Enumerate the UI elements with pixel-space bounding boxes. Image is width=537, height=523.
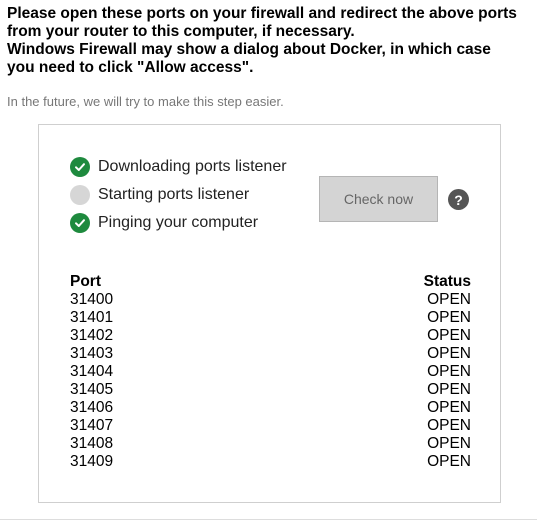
status-column-header: Status: [423, 273, 471, 290]
port-cell: 31408: [70, 435, 114, 452]
instructions-line: you need to click "Allow access".: [7, 59, 254, 76]
bottom-divider: [0, 519, 537, 520]
status-cell: OPEN: [427, 435, 471, 452]
step-starting-listener: Starting ports listener: [70, 184, 249, 206]
status-cell: OPEN: [427, 381, 471, 398]
status-cell: OPEN: [427, 399, 471, 416]
pending-circle-icon: [70, 185, 90, 205]
status-cell: OPEN: [427, 453, 471, 470]
step-label: Starting ports listener: [98, 186, 250, 203]
table-row: 31409 OPEN: [70, 453, 471, 471]
instructions-line: from your router to this computer, if ne…: [7, 23, 355, 40]
instructions-heading: Please open these ports on your firewall…: [7, 5, 535, 77]
status-cell: OPEN: [427, 345, 471, 362]
port-cell: 31404: [70, 363, 114, 380]
instructions-line: Windows Firewall may show a dialog about…: [7, 41, 491, 58]
status-cell: OPEN: [427, 309, 471, 326]
help-icon[interactable]: ?: [448, 189, 469, 210]
status-cell: OPEN: [427, 417, 471, 434]
table-row: 31408 OPEN: [70, 435, 471, 453]
status-cell: OPEN: [427, 363, 471, 380]
port-cell: 31405: [70, 381, 114, 398]
instructions-line: Please open these ports on your firewall…: [7, 5, 517, 22]
port-cell: 31409: [70, 453, 114, 470]
ports-check-panel: Downloading ports listener Starting port…: [38, 124, 501, 503]
step-label: Pinging your computer: [98, 214, 259, 231]
port-cell: 31400: [70, 291, 114, 308]
table-row: 31403 OPEN: [70, 345, 471, 363]
step-downloading-listener: Downloading ports listener: [70, 156, 287, 178]
port-cell: 31406: [70, 399, 114, 416]
port-cell: 31403: [70, 345, 114, 362]
table-row: 31407 OPEN: [70, 417, 471, 435]
check-circle-icon: [70, 157, 90, 177]
check-circle-icon: [70, 213, 90, 233]
table-header-row: Port Status: [70, 273, 471, 291]
ports-table: Port Status 31400 OPEN 31401 OPEN 31402 …: [70, 273, 471, 471]
table-row: 31400 OPEN: [70, 291, 471, 309]
port-cell: 31407: [70, 417, 114, 434]
step-pinging-computer: Pinging your computer: [70, 212, 258, 234]
port-cell: 31401: [70, 309, 114, 326]
check-now-button[interactable]: Check now: [319, 176, 438, 222]
table-row: 31406 OPEN: [70, 399, 471, 417]
table-row: 31401 OPEN: [70, 309, 471, 327]
table-row: 31405 OPEN: [70, 381, 471, 399]
step-label: Downloading ports listener: [98, 158, 287, 175]
status-cell: OPEN: [427, 327, 471, 344]
table-row: 31404 OPEN: [70, 363, 471, 381]
port-cell: 31402: [70, 327, 114, 344]
status-cell: OPEN: [427, 291, 471, 308]
table-row: 31402 OPEN: [70, 327, 471, 345]
future-note: In the future, we will try to make this …: [7, 94, 284, 109]
port-column-header: Port: [70, 273, 101, 290]
